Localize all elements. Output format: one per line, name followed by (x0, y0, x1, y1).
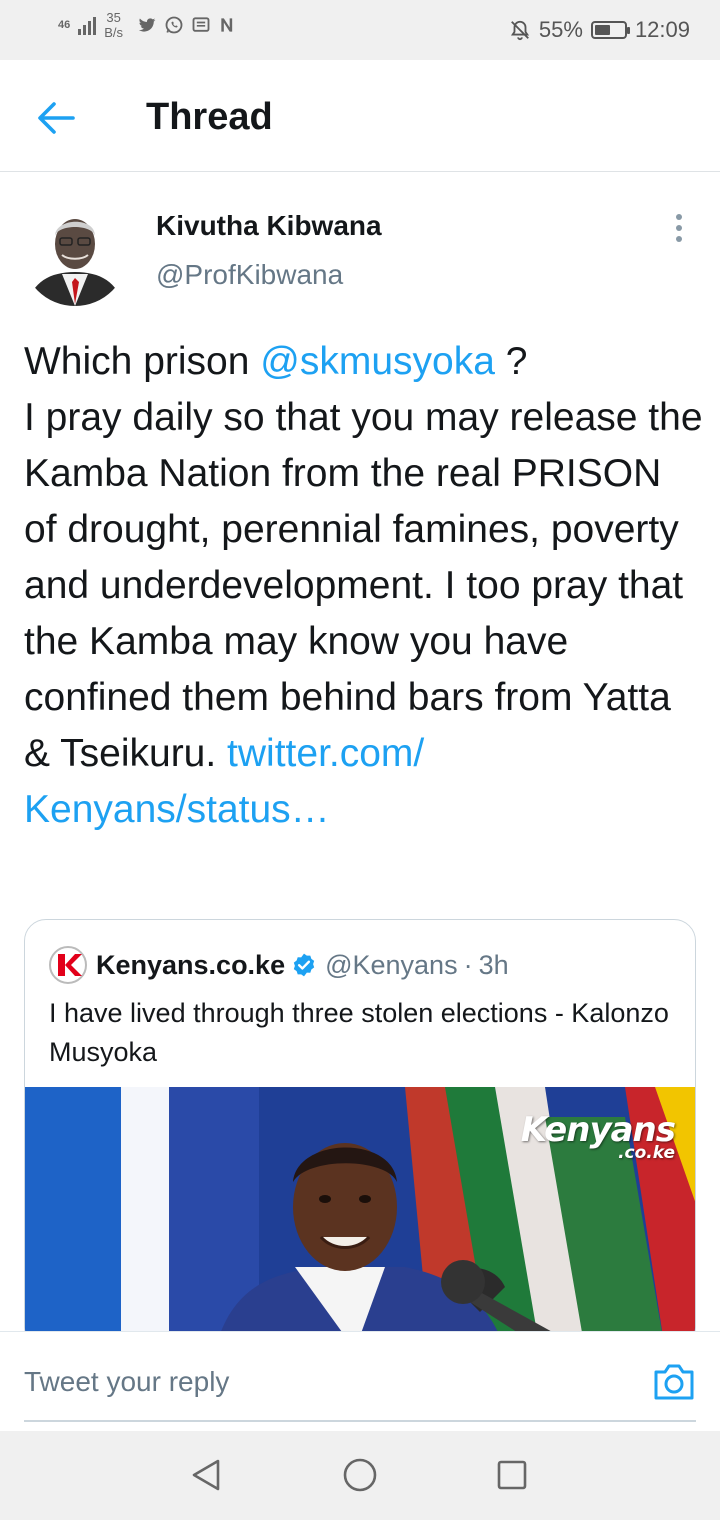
network-type: 46 (58, 18, 71, 31)
status-bar-left: 46 35 B/s (58, 10, 238, 40)
tweet-body: Which prison @skmusyoka ? I pray daily s… (24, 334, 704, 838)
battery-level (594, 25, 611, 35)
triangle-back-icon (192, 1459, 220, 1491)
author-name[interactable]: Kivutha Kibwana (156, 210, 382, 242)
square-recents-icon (497, 1460, 527, 1490)
whatsapp-icon (165, 16, 183, 34)
circle-home-icon (343, 1458, 377, 1492)
network-speed-value: 35 (106, 10, 121, 25)
kenyans-logo-icon (49, 946, 87, 984)
separator-dot: · (463, 949, 473, 980)
nav-home-button[interactable] (340, 1455, 380, 1495)
quoted-author-name: Kenyans.co.ke (96, 949, 286, 980)
bell-muted-icon (510, 20, 529, 41)
camera-button[interactable] (652, 1362, 696, 1402)
verified-badge-icon (293, 953, 315, 977)
reply-input[interactable]: Tweet your reply (24, 1332, 696, 1422)
back-button[interactable] (30, 94, 82, 142)
battery-percent: 55% (538, 17, 583, 42)
watermark-main: Kenyans (520, 1110, 676, 1150)
clock: 12:09 (634, 17, 690, 42)
nav-back-button[interactable] (186, 1455, 226, 1495)
reply-bar: Tweet your reply (0, 1331, 720, 1431)
nav-recents-button[interactable] (492, 1455, 532, 1495)
quoted-tweet-text: I have lived through three stolen electi… (49, 998, 669, 1067)
battery-icon (590, 21, 630, 39)
status-bar: 46 35 B/s 55% 12:09 (0, 0, 720, 60)
news-app-icon (221, 18, 233, 32)
page-title: Thread (146, 96, 273, 138)
quoted-author-handle: @Kenyans (325, 949, 458, 980)
quoted-tweet-image[interactable]: Kenyans .co.ke (25, 1087, 695, 1348)
quoted-tweet-card[interactable]: Kenyans.co.ke @Kenyans · 3h I have lived… (24, 919, 696, 1349)
quoted-timestamp: 3h (478, 949, 509, 980)
quoted-tweet-header: Kenyans.co.ke @Kenyans · 3h (49, 946, 509, 984)
arrow-left-icon (38, 102, 75, 134)
signal-strength-icon (78, 15, 97, 35)
network-speed: 35 B/s (104, 10, 123, 40)
author-handle[interactable]: @ProfKibwana (156, 259, 343, 291)
network-speed-unit: B/s (104, 25, 124, 40)
vertical-ellipsis-icon (676, 214, 682, 220)
camera-icon (654, 1364, 694, 1400)
network-indicator: 46 (58, 18, 71, 31)
kenyans-watermark: Kenyans .co.ke (520, 1110, 676, 1162)
tweet-text-part: ? I pray daily so that you may release t… (24, 340, 703, 775)
author-avatar[interactable] (22, 200, 128, 306)
app-header: Thread (0, 60, 720, 172)
system-nav-bar (0, 1431, 720, 1520)
status-bar-right: 55% 12:09 (509, 17, 690, 43)
more-options-button[interactable] (664, 210, 694, 246)
twitter-bird-icon (138, 18, 156, 32)
reply-placeholder: Tweet your reply (24, 1366, 230, 1397)
message-icon (192, 17, 210, 32)
mention-link[interactable]: @skmusyoka (260, 340, 495, 383)
notification-icons (137, 15, 238, 35)
avatar-portrait-icon (22, 200, 128, 306)
tweet-text-part: Which prison (24, 340, 261, 383)
